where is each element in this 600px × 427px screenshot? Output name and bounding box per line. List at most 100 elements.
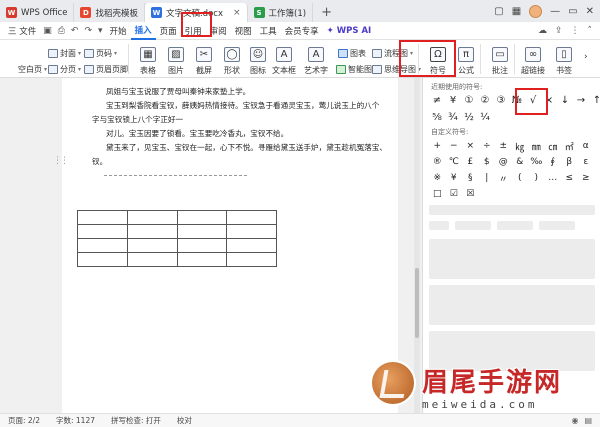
menu-page[interactable]: 页面 — [156, 22, 181, 40]
section-button[interactable]: 分页 ▾ — [48, 64, 81, 75]
tab-workbook[interactable]: S 工作簿(1) — [248, 3, 314, 22]
avatar[interactable] — [529, 4, 543, 18]
maximize-icon[interactable]: ▭ — [568, 6, 577, 17]
flowchart-button[interactable]: 流程图 ▾ — [372, 48, 413, 59]
table-cell[interactable] — [126, 224, 178, 239]
table-cell[interactable] — [176, 210, 228, 225]
share-icon[interactable]: ⇪ — [555, 26, 563, 36]
doc-paragraph[interactable]: 钗。 — [92, 156, 107, 167]
doc-paragraph[interactable]: 对儿。宝玉因要了锁看。宝玉要吃冷香丸，宝钗不给。 — [106, 128, 288, 139]
wps-ai-button[interactable]: ✦ WPS AI — [323, 22, 376, 40]
redo-icon[interactable]: ↷ — [81, 26, 95, 36]
bookmark-button[interactable]: ▯ 书签 — [550, 42, 578, 76]
table-cell[interactable] — [77, 238, 128, 253]
table-cell[interactable] — [126, 238, 178, 253]
eye-icon[interactable]: ◉ — [571, 416, 578, 425]
formula-button[interactable]: π 公式 — [452, 42, 480, 76]
table-cell[interactable] — [126, 210, 178, 225]
symbol-cell[interactable]: ≤ — [561, 170, 578, 186]
symbol-cell[interactable]: → — [573, 92, 589, 108]
symbol-cell[interactable]: + — [429, 138, 446, 154]
symbol-cell[interactable]: × — [541, 92, 557, 108]
symbol-cell[interactable]: ‰ — [528, 154, 545, 170]
file-menu[interactable]: 三 文件 — [4, 22, 40, 40]
table-cell[interactable] — [226, 224, 277, 239]
screenshot-button[interactable]: ✂ 截屏 — [190, 42, 218, 76]
table-cell[interactable] — [226, 210, 277, 225]
textbox-button[interactable]: A 文本框 — [268, 42, 300, 76]
page-number-button[interactable]: 页码 ▾ — [84, 48, 117, 59]
new-tab-button[interactable]: + — [313, 3, 340, 22]
symbol-cell[interactable]: ε — [578, 154, 595, 170]
symbol-cell[interactable]: ¥ — [445, 92, 461, 108]
symbol-cell[interactable]: ¥ — [446, 170, 463, 186]
close-tab-icon[interactable]: × — [233, 8, 241, 18]
ribbon-scroll-right-icon[interactable]: › — [584, 52, 588, 62]
comment-button[interactable]: ▭ 批注 — [486, 42, 514, 76]
symbol-cell[interactable]: £ — [462, 154, 479, 170]
symbol-cell[interactable]: 〃 — [495, 170, 512, 186]
doc-paragraph[interactable]: 字与宝钗锁上八个字正好一 — [92, 114, 183, 125]
symbol-cell[interactable]: ㎏ — [512, 138, 529, 154]
symbol-cell[interactable]: § — [462, 170, 479, 186]
close-window-icon[interactable]: ✕ — [586, 6, 594, 17]
symbol-cell[interactable]: ∮ — [545, 154, 562, 170]
symbol-cell[interactable]: ③ — [493, 92, 509, 108]
symbol-cell[interactable]: № — [509, 92, 525, 108]
table-cell[interactable] — [226, 252, 277, 267]
symbol-cell[interactable]: ® — [429, 154, 446, 170]
symbol-cell[interactable]: ㎡ — [561, 138, 578, 154]
menu-tools[interactable]: 工具 — [256, 22, 281, 40]
symbol-cell[interactable]: ⅝ — [429, 109, 445, 125]
symbol-cell[interactable]: □ — [429, 186, 446, 202]
symbol-cell[interactable]: ¼ — [477, 109, 493, 125]
tab-template[interactable]: D 找稻壳模板 — [74, 3, 145, 22]
proofread-button[interactable]: 校对 — [169, 415, 200, 426]
picture-button[interactable]: ▨ 图片 — [162, 42, 190, 76]
symbol-cell[interactable]: ½ — [461, 109, 477, 125]
symbol-cell[interactable]: $ — [479, 154, 496, 170]
cloud-icon[interactable]: ☁ — [538, 26, 547, 36]
doc-paragraph[interactable]: 宝玉到梨香院看宝钗，薛姨妈热情接待。宝钗急于看通灵宝玉，莺儿说玉上的八个 — [106, 100, 379, 111]
symbol-cell[interactable]: ② — [477, 92, 493, 108]
symbol-cell[interactable]: ☒ — [462, 186, 479, 202]
symbol-cell[interactable]: ※ — [429, 170, 446, 186]
table-cell[interactable] — [77, 210, 128, 225]
table-button[interactable]: ▦ 表格 — [134, 42, 162, 76]
blank-page-button[interactable]: 空白页 ▾ — [18, 64, 47, 75]
menu-member[interactable]: 会员专享 — [281, 22, 323, 40]
symbol-cell[interactable]: @ — [495, 154, 512, 170]
dropdown-icon[interactable]: ▾ — [95, 26, 106, 36]
table-cell[interactable] — [226, 238, 277, 253]
symbol-cell[interactable]: ① — [461, 92, 477, 108]
wordart-button[interactable]: A 艺术字 — [300, 42, 332, 76]
menu-insert[interactable]: 插入 — [130, 22, 156, 40]
header-footer-button[interactable]: 页眉页脚 — [84, 64, 128, 75]
symbol-cell[interactable]: ¾ — [445, 109, 461, 125]
symbol-cell[interactable]: … — [545, 170, 562, 186]
spell-check-toggle[interactable]: 拼写检查: 打开 — [103, 415, 169, 426]
save-icon[interactable]: ▣ — [40, 26, 55, 36]
minimize-icon[interactable]: — — [550, 6, 560, 17]
menu-review[interactable]: 审阅 — [206, 22, 231, 40]
symbol-cell[interactable]: ± — [495, 138, 512, 154]
symbol-cell[interactable]: & — [512, 154, 529, 170]
symbol-cell[interactable]: ( — [512, 170, 529, 186]
table-cell[interactable] — [176, 252, 228, 267]
undo-icon[interactable]: ↶ — [68, 26, 82, 36]
document-table[interactable] — [77, 210, 277, 267]
hyperlink-button[interactable]: ∞ 超链接 — [518, 42, 548, 76]
drag-handle-icon[interactable]: ⋮⋮ — [53, 156, 69, 166]
table-cell[interactable] — [176, 238, 228, 253]
grid-icon[interactable]: ▦ — [512, 6, 521, 17]
symbol-cell[interactable]: | — [479, 170, 496, 186]
collapse-icon[interactable]: ˄ — [588, 26, 593, 36]
symbol-cell[interactable]: α — [578, 138, 595, 154]
table-cell[interactable] — [126, 252, 178, 267]
page-indicator[interactable]: 页面: 2/2 — [0, 415, 48, 426]
symbol-cell[interactable]: ≥ — [578, 170, 595, 186]
window-layout-icon[interactable]: ▢ — [494, 6, 503, 17]
tab-document[interactable]: W 文字文稿.docx × — [144, 3, 248, 22]
symbol-cell[interactable]: × — [462, 138, 479, 154]
mindmap-button[interactable]: 思维导图 ▾ — [372, 64, 421, 75]
